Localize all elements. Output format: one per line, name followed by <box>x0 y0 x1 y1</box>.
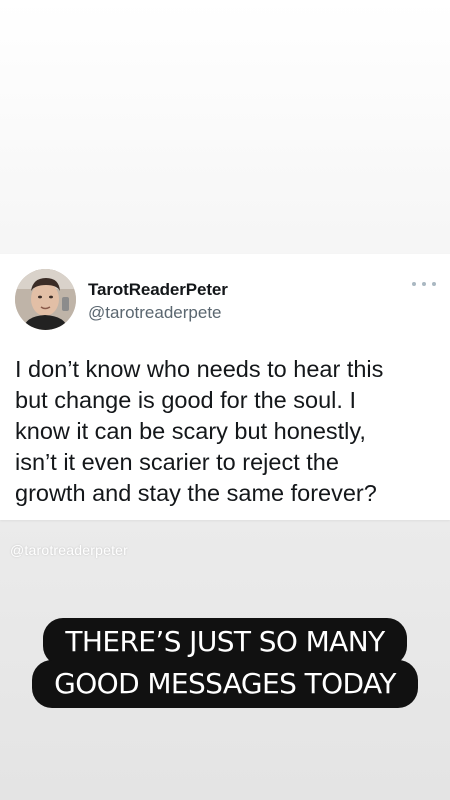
avatar[interactable] <box>15 269 76 330</box>
tweet-text: I don’t know who needs to hear this but … <box>15 354 445 509</box>
caption-line: THERE’S JUST SO MANY <box>43 618 407 666</box>
tweet-text-line: isn’t it even scarier to reject the <box>15 449 339 475</box>
story-canvas: TarotReaderPeter @tarotreaderpete I don’… <box>0 0 450 800</box>
author-handle[interactable]: @tarotreaderpete <box>88 303 222 323</box>
watermark-mention[interactable]: @tarotreaderpeter <box>10 542 128 558</box>
tweet-text-line: know it can be scary but honestly, <box>15 418 366 444</box>
tweet-text-line: growth and stay the same forever? <box>15 480 377 506</box>
dot <box>412 282 416 286</box>
story-caption[interactable]: THERE’S JUST SO MANY GOOD MESSAGES TODAY <box>0 618 450 708</box>
tweet-text-line: but change is good for the soul. I <box>15 387 356 413</box>
tweet-card[interactable]: TarotReaderPeter @tarotreaderpete I don’… <box>0 254 450 520</box>
more-options-icon[interactable] <box>412 278 436 290</box>
caption-line: GOOD MESSAGES TODAY <box>32 660 418 708</box>
dot <box>432 282 436 286</box>
author-name[interactable]: TarotReaderPeter <box>88 280 228 300</box>
profile-photo-icon <box>15 269 76 330</box>
dot <box>422 282 426 286</box>
tweet-text-line: I don’t know who needs to hear this <box>15 356 384 382</box>
